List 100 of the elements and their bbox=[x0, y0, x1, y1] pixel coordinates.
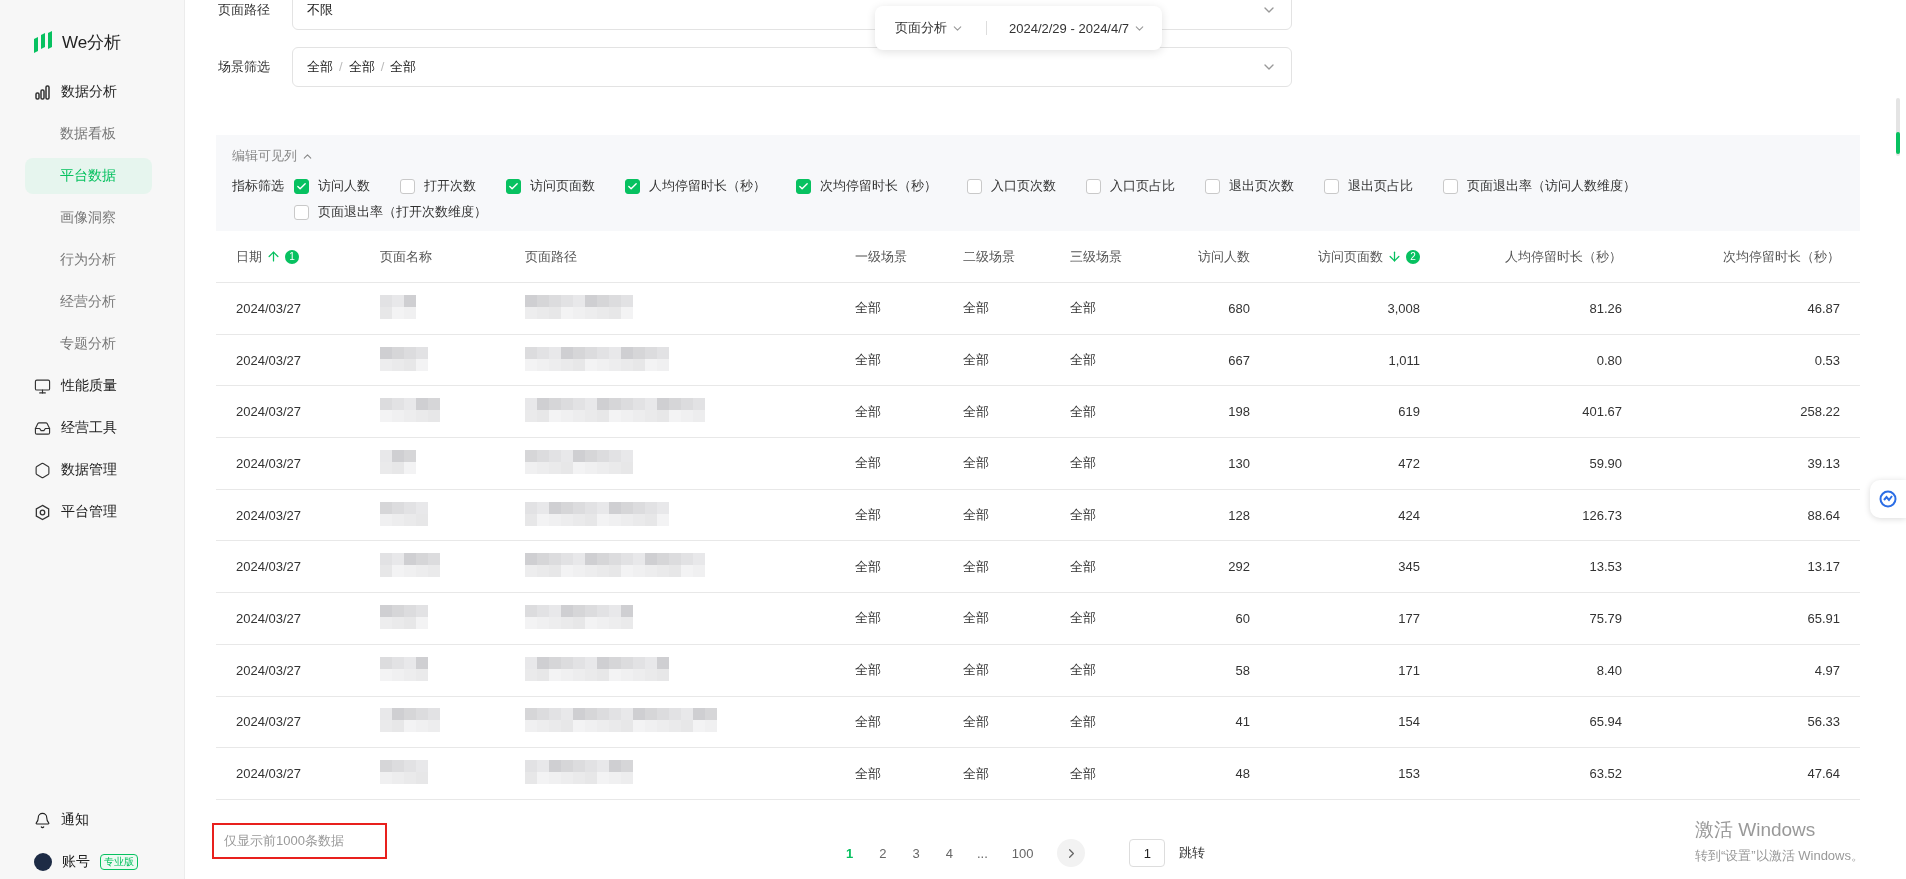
checkbox[interactable] bbox=[967, 178, 982, 194]
edit-columns-toggle[interactable]: 编辑可见列 bbox=[232, 147, 1844, 165]
redacted-text bbox=[380, 760, 428, 785]
hexagon-icon bbox=[34, 461, 51, 479]
account-item[interactable]: 账号 专业版 bbox=[0, 841, 184, 879]
nav-item[interactable]: 平台管理 bbox=[0, 491, 184, 533]
checkbox[interactable] bbox=[400, 178, 415, 194]
metric-checkbox[interactable]: 退出页占比 bbox=[1324, 175, 1413, 197]
table-cell: 65.91 bbox=[1807, 610, 1840, 626]
metric-checkbox[interactable]: 访问人数 bbox=[294, 175, 370, 197]
table-cell: 58 bbox=[1235, 662, 1250, 678]
table-cell: 2024/03/27 bbox=[236, 300, 302, 316]
table-cell: 2024/03/27 bbox=[236, 714, 302, 730]
metric-checkbox[interactable]: 打开次数 bbox=[400, 175, 476, 197]
table-cell: 全部 bbox=[855, 403, 881, 419]
column-header[interactable]: 页面路径 bbox=[505, 247, 835, 266]
checkbox[interactable] bbox=[625, 178, 640, 194]
table-cell: 全部 bbox=[1070, 507, 1096, 523]
table-cell: 130 bbox=[1228, 455, 1250, 471]
table-cell: 全部 bbox=[963, 558, 989, 574]
chart-circle-icon bbox=[1878, 489, 1898, 509]
table-cell: 667 bbox=[1228, 352, 1250, 368]
checkbox[interactable] bbox=[796, 178, 811, 194]
nav-subitem[interactable]: 数据看板 bbox=[25, 116, 152, 152]
nav-item[interactable]: 数据管理 bbox=[0, 449, 184, 491]
metric-checkbox[interactable]: 退出页次数 bbox=[1205, 175, 1294, 197]
table-cell: 126.73 bbox=[1582, 507, 1622, 523]
metric-checkbox[interactable]: 入口页占比 bbox=[1086, 175, 1175, 197]
table-cell: 56.33 bbox=[1807, 714, 1840, 730]
checkbox[interactable] bbox=[1205, 178, 1220, 194]
page-button[interactable]: 2 bbox=[877, 845, 889, 861]
table-cell: 3,008 bbox=[1387, 300, 1420, 316]
page-button[interactable]: 100 bbox=[1009, 845, 1036, 861]
table-cell: 全部 bbox=[1070, 713, 1096, 729]
checkbox[interactable] bbox=[1443, 178, 1458, 194]
table-cell: 2024/03/27 bbox=[236, 507, 302, 523]
column-header[interactable]: 访问人数 bbox=[1165, 247, 1270, 266]
check-icon bbox=[627, 180, 638, 192]
table-cell: 2024/03/27 bbox=[236, 455, 302, 471]
nav-item[interactable]: 性能质量 bbox=[0, 365, 184, 407]
next-page-button[interactable] bbox=[1057, 839, 1086, 868]
page-button[interactable]: 4 bbox=[943, 845, 955, 861]
logo-icon bbox=[32, 31, 54, 53]
redacted-text bbox=[380, 656, 428, 681]
assistant-button[interactable] bbox=[1870, 480, 1906, 518]
redacted-text bbox=[380, 398, 440, 423]
jump-button[interactable]: 跳转 bbox=[1179, 844, 1206, 863]
column-header[interactable]: 次均停留时长（秒） bbox=[1642, 247, 1860, 266]
nav-subitem[interactable]: 画像洞察 bbox=[25, 200, 152, 236]
table-cell: 全部 bbox=[1070, 403, 1096, 419]
table-cell: 13.53 bbox=[1589, 559, 1622, 575]
nav-item[interactable]: 数据分析 bbox=[0, 71, 184, 113]
filter-label: 页面路径 bbox=[218, 1, 271, 19]
table-cell: 全部 bbox=[963, 610, 989, 626]
metric-checkbox[interactable]: 入口页次数 bbox=[967, 175, 1056, 197]
metric-checkbox[interactable]: 人均停留时长（秒） bbox=[625, 175, 766, 197]
check-icon bbox=[798, 180, 809, 192]
nav-subitem[interactable]: 经营分析 bbox=[25, 284, 152, 320]
metric-checkbox[interactable]: 访问页面数 bbox=[506, 175, 595, 197]
nav-subitem[interactable]: 专题分析 bbox=[25, 326, 152, 362]
page-input[interactable]: 1 bbox=[1129, 839, 1166, 868]
checkbox[interactable] bbox=[1086, 178, 1101, 194]
redacted-text bbox=[380, 708, 440, 733]
sort-order-badge: 1 bbox=[285, 249, 299, 264]
checkbox[interactable] bbox=[506, 178, 521, 194]
table-cell: 全部 bbox=[855, 662, 881, 678]
column-header[interactable]: 一级场景 bbox=[835, 247, 943, 266]
page-button[interactable]: 3 bbox=[910, 845, 922, 861]
table-cell: 全部 bbox=[1070, 300, 1096, 316]
redacted-text bbox=[380, 604, 428, 629]
table-cell: 2024/03/27 bbox=[236, 559, 302, 575]
table-cell: 全部 bbox=[855, 300, 881, 316]
table-cell: 41 bbox=[1235, 714, 1250, 730]
table-cell: 全部 bbox=[855, 507, 881, 523]
column-header[interactable]: 二级场景 bbox=[943, 247, 1050, 266]
metric-checkbox[interactable]: 次均停留时长（秒） bbox=[796, 175, 937, 197]
table-cell: 177 bbox=[1398, 610, 1420, 626]
table-cell: 全部 bbox=[963, 403, 989, 419]
nav-item[interactable]: 经营工具 bbox=[0, 407, 184, 449]
column-header[interactable]: 三级场景 bbox=[1050, 247, 1165, 266]
row-limit-note: 仅显示前1000条数据 bbox=[212, 822, 387, 859]
metric-checkbox[interactable]: 页面退出率（打开次数维度） bbox=[294, 201, 487, 223]
table-cell: 65.94 bbox=[1589, 714, 1622, 730]
column-header[interactable]: 日期 1 bbox=[216, 247, 360, 266]
filter-label: 场景筛选 bbox=[218, 58, 271, 76]
column-header[interactable]: 页面名称 bbox=[360, 247, 505, 266]
table-cell: 258.22 bbox=[1800, 404, 1840, 420]
notifications-item[interactable]: 通知 bbox=[0, 799, 184, 841]
redacted-text bbox=[380, 449, 416, 474]
checkbox[interactable] bbox=[294, 178, 309, 194]
checkbox[interactable] bbox=[294, 204, 309, 220]
redacted-text bbox=[380, 346, 428, 371]
column-header[interactable]: 访问页面数 2 bbox=[1270, 247, 1440, 266]
nav-subitem[interactable]: 行为分析 bbox=[25, 242, 152, 278]
table-cell: 全部 bbox=[963, 507, 989, 523]
column-header[interactable]: 人均停留时长（秒） bbox=[1440, 247, 1642, 266]
scrollbar-thumb[interactable] bbox=[1896, 132, 1900, 154]
metric-checkbox[interactable]: 页面退出率（访问人数维度） bbox=[1443, 175, 1636, 197]
checkbox[interactable] bbox=[1324, 178, 1339, 194]
table-cell: 全部 bbox=[1070, 352, 1096, 368]
